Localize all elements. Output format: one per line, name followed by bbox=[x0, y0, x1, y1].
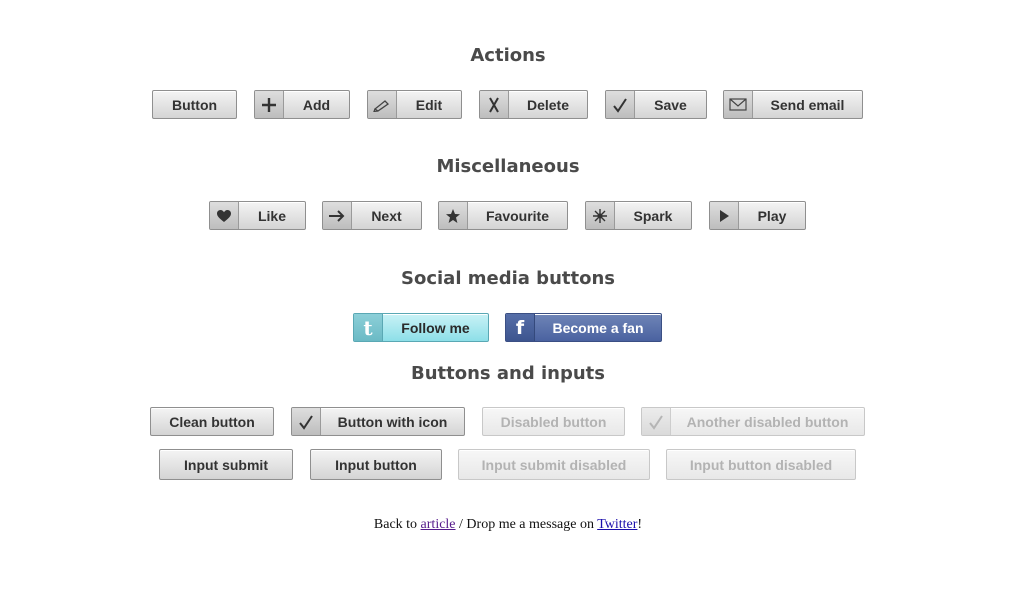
like-label: Like bbox=[257, 207, 286, 224]
another-disabled-button-label: Another disabled button bbox=[686, 413, 849, 430]
input-submit[interactable]: Input submit bbox=[159, 449, 293, 480]
save-label: Save bbox=[654, 96, 687, 113]
send-email-button[interactable]: Send email bbox=[723, 90, 863, 119]
save-button[interactable]: Save bbox=[605, 90, 707, 119]
spark-button[interactable]: Spark bbox=[585, 201, 692, 230]
footer: Back to article / Drop me a message on T… bbox=[0, 517, 1016, 533]
facebook-fan-button[interactable]: f Become a fan bbox=[505, 313, 662, 342]
button-button[interactable]: Button bbox=[152, 90, 237, 119]
input-button-disabled-label: Input button disabled bbox=[689, 456, 833, 473]
envelope-icon bbox=[724, 91, 753, 118]
delete-button[interactable]: Delete bbox=[479, 90, 588, 119]
twitter-link[interactable]: Twitter bbox=[597, 517, 637, 532]
add-label: Add bbox=[302, 96, 331, 113]
play-icon bbox=[710, 202, 739, 229]
arrow-right-icon bbox=[323, 202, 352, 229]
star-icon bbox=[439, 202, 468, 229]
input-button-disabled: Input button disabled bbox=[666, 449, 856, 480]
add-button[interactable]: Add bbox=[254, 90, 350, 119]
favourite-label: Favourite bbox=[485, 207, 549, 224]
spark-icon bbox=[586, 202, 615, 229]
footer-suffix: ! bbox=[637, 517, 643, 532]
button-with-icon[interactable]: Button with icon bbox=[291, 407, 465, 436]
next-label: Next bbox=[371, 207, 402, 224]
footer-prefix: Back to bbox=[373, 517, 421, 532]
facebook-icon: f bbox=[506, 314, 535, 341]
disabled-button: Disabled button bbox=[482, 407, 625, 436]
twitter-icon: t bbox=[354, 314, 383, 341]
facebook-fan-label: Become a fan bbox=[552, 319, 644, 336]
buttons-and-inputs-heading: Buttons and inputs bbox=[410, 363, 606, 384]
disabled-button-label: Disabled button bbox=[500, 413, 607, 430]
miscellaneous-heading: Miscellaneous bbox=[436, 156, 580, 177]
input-submit-label: Input submit bbox=[184, 456, 268, 473]
button-with-icon-label: Button with icon bbox=[337, 413, 448, 430]
pencil-icon bbox=[368, 91, 397, 118]
checkmark-icon bbox=[642, 408, 671, 435]
input-button-label: Input button bbox=[335, 456, 417, 473]
favourite-button[interactable]: Favourite bbox=[438, 201, 568, 230]
article-link[interactable]: article bbox=[421, 517, 456, 532]
twitter-follow-label: Follow me bbox=[401, 319, 470, 336]
checkmark-icon bbox=[606, 91, 635, 118]
play-button[interactable]: Play bbox=[709, 201, 806, 230]
edit-label: Edit bbox=[415, 96, 443, 113]
like-button[interactable]: Like bbox=[209, 201, 306, 230]
clean-button[interactable]: Clean button bbox=[150, 407, 274, 436]
footer-middle: / Drop me a message on bbox=[455, 517, 598, 532]
edit-button[interactable]: Edit bbox=[367, 90, 462, 119]
input-submit-disabled: Input submit disabled bbox=[458, 449, 650, 480]
send-email-label: Send email bbox=[770, 96, 845, 113]
button-label: Button bbox=[171, 96, 218, 113]
heart-icon bbox=[210, 202, 239, 229]
next-button[interactable]: Next bbox=[322, 201, 422, 230]
cross-icon bbox=[480, 91, 509, 118]
twitter-follow-button[interactable]: t Follow me bbox=[353, 313, 489, 342]
delete-label: Delete bbox=[526, 96, 570, 113]
play-label: Play bbox=[757, 207, 787, 224]
another-disabled-button: Another disabled button bbox=[641, 407, 865, 436]
input-submit-disabled-label: Input submit disabled bbox=[481, 456, 627, 473]
spark-label: Spark bbox=[633, 207, 673, 224]
plus-icon bbox=[255, 91, 284, 118]
checkmark-icon bbox=[292, 408, 321, 435]
actions-heading: Actions bbox=[470, 45, 546, 66]
social-media-heading: Social media buttons bbox=[401, 268, 615, 289]
input-button[interactable]: Input button bbox=[310, 449, 442, 480]
clean-button-label: Clean button bbox=[169, 413, 255, 430]
